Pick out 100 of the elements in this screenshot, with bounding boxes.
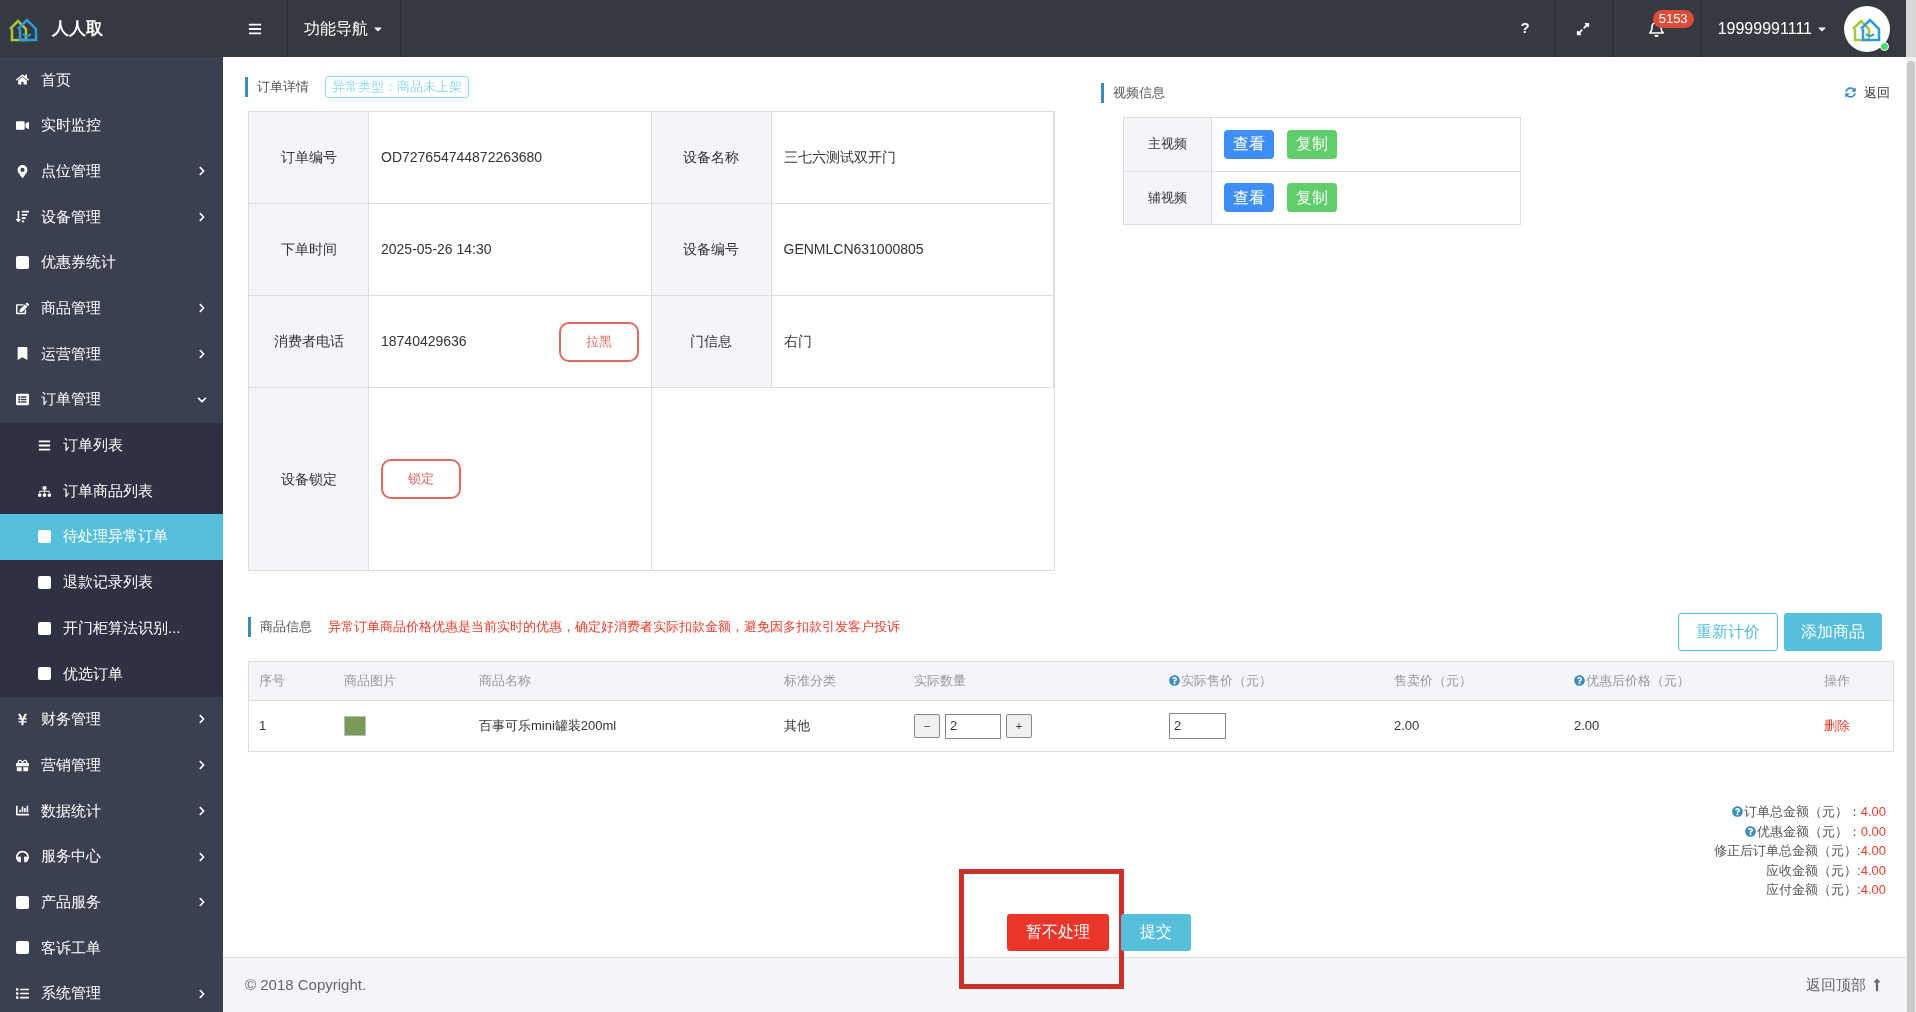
- sidebar-item[interactable]: 点位管理: [0, 148, 223, 195]
- total-label: 修正后订单总金额（元）:: [1714, 842, 1861, 860]
- sidebar-item[interactable]: 产品服务: [0, 879, 223, 926]
- sidebar-item[interactable]: 数据统计: [0, 788, 223, 834]
- field-label: 设备锁定: [249, 388, 369, 570]
- column-header: 售卖价（元）: [1394, 672, 1472, 691]
- help-icon: [1169, 674, 1180, 686]
- column-header: 实际售价（元）: [1169, 670, 1272, 691]
- anomaly-tag: 异常类型：商品未上架: [325, 76, 469, 98]
- app-name: 人人取: [52, 17, 103, 40]
- help-button[interactable]: ?: [1496, 0, 1555, 57]
- total-label: 应付金额（元）:: [1766, 881, 1861, 899]
- bookmark-icon: [16, 347, 29, 361]
- field-label: 主视频: [1124, 117, 1212, 171]
- help-icon: [1744, 825, 1756, 837]
- field-label: 门信息: [651, 296, 772, 387]
- table-cell: 百事可乐mini罐装200ml: [479, 718, 617, 734]
- back-to-top-link[interactable]: 返回顶部: [1806, 973, 1884, 997]
- field-label: 设备名称: [651, 112, 772, 203]
- bar-chart-icon: [16, 804, 29, 818]
- field-value: 18740429636: [381, 332, 467, 351]
- field-value: 右门: [783, 332, 812, 351]
- user-dropdown[interactable]: 19999991111: [1701, 0, 1844, 57]
- sidebar-subitem[interactable]: 开门柜算法识别...: [0, 605, 223, 651]
- field-label: 下单时间: [249, 204, 369, 295]
- yen-icon: [16, 712, 29, 726]
- section-title: 订单详情: [245, 77, 309, 97]
- headphones-icon: [16, 850, 29, 864]
- sidebar-item[interactable]: 商品管理: [0, 285, 223, 332]
- field-label: 订单编号: [249, 112, 369, 203]
- column-header: 序号: [259, 672, 285, 691]
- sidebar-item[interactable]: 服务中心: [0, 833, 223, 880]
- decrement-button[interactable]: −: [914, 714, 940, 738]
- sidebar-item[interactable]: 设备管理: [0, 194, 223, 240]
- sidebar-item[interactable]: 财务管理: [0, 696, 223, 743]
- square-icon: [38, 530, 51, 544]
- home-icon: [16, 73, 29, 87]
- total-value: 0.00: [1860, 822, 1886, 841]
- total-value: 4.00: [1860, 803, 1886, 821]
- outline-action-button[interactable]: 拉黑: [558, 321, 639, 362]
- sidebar-subitem[interactable]: 优选订单: [0, 650, 223, 697]
- square-icon: [38, 575, 51, 589]
- copyright-text: © 2018 Copyright.: [245, 974, 367, 995]
- notification-badge: 5153: [1652, 10, 1694, 28]
- warning-text: 异常订单商品价格优惠是当前实时的优惠，确定好消费者实际扣款金额，避免因多扣款引发客户投诉: [328, 618, 901, 637]
- outline-action-button[interactable]: 锁定: [381, 459, 461, 499]
- list-icon: [16, 987, 29, 1001]
- field-value: 2025-05-26 14:30: [381, 240, 492, 259]
- sidebar-subitem[interactable]: 退款记录列表: [0, 559, 223, 606]
- sidebar-item[interactable]: 优惠券统计: [0, 239, 223, 286]
- section-title: 视频信息: [1101, 83, 1165, 103]
- sidebar-item[interactable]: 运营管理: [0, 331, 223, 377]
- table-cell: 2.00: [1394, 718, 1420, 734]
- sitemap-icon: [38, 484, 51, 498]
- column-header: 实际数量: [914, 672, 966, 691]
- square-icon: [38, 667, 51, 681]
- sort-icon: [16, 210, 29, 224]
- table-cell: 2.00: [1574, 718, 1600, 734]
- square-icon: [16, 256, 29, 270]
- column-header: 操作: [1824, 672, 1850, 691]
- total-label: 应收金额（元）:: [1766, 861, 1861, 880]
- edit-icon: [16, 301, 29, 315]
- increment-button[interactable]: +: [1006, 714, 1032, 738]
- help-icon: [1731, 806, 1743, 818]
- column-header: 优惠后价格（元）: [1574, 670, 1690, 691]
- square-icon: [38, 621, 51, 635]
- field-value: GENMLCN631000805: [783, 240, 924, 259]
- sidebar-item[interactable]: 系统管理: [0, 970, 223, 1012]
- square-icon: [16, 941, 29, 955]
- delete-link[interactable]: 删除: [1824, 716, 1850, 736]
- sidebar-item[interactable]: 营销管理: [0, 742, 223, 788]
- refresh-icon: [1845, 87, 1856, 99]
- column-header: 商品名称: [479, 672, 531, 691]
- sidebar-item[interactable]: 首页: [0, 57, 223, 103]
- price-field[interactable]: 2: [1169, 713, 1226, 739]
- map-pin-icon: [16, 164, 29, 178]
- back-link[interactable]: 返回: [1845, 83, 1890, 103]
- nav-menu-dropdown[interactable]: 功能导航: [287, 0, 401, 57]
- video-camera-icon: [16, 119, 29, 133]
- table-cell: 1: [259, 718, 267, 734]
- sidebar-subitem[interactable]: 订单列表: [0, 422, 223, 469]
- photo-placeholder: [344, 716, 366, 736]
- sidebar-subitem[interactable]: 订单商品列表: [0, 468, 223, 514]
- list-icon: [38, 438, 51, 452]
- help-icon: [1574, 674, 1585, 686]
- sidebar-item[interactable]: 订单管理: [0, 376, 223, 423]
- field-label: 消费者电话: [249, 296, 369, 387]
- total-label: 订单总金额（元）：: [1731, 802, 1861, 822]
- quantity-field[interactable]: 2: [945, 713, 1001, 739]
- sidebar-item[interactable]: 客诉工单: [0, 925, 223, 971]
- avatar-logo[interactable]: [1844, 5, 1890, 52]
- sidebar-item[interactable]: 实时监控: [0, 102, 223, 149]
- field-value: OD727654744872263680: [381, 148, 543, 167]
- field-label: 设备编号: [651, 204, 772, 295]
- column-header: 标准分类: [784, 672, 836, 691]
- total-label: 优惠金额（元）：: [1744, 821, 1861, 841]
- skip-button[interactable]: 暂不处理: [1007, 913, 1109, 951]
- field-label: 辅视频: [1124, 171, 1212, 224]
- square-icon: [16, 895, 29, 909]
- list-icon: [16, 393, 29, 407]
